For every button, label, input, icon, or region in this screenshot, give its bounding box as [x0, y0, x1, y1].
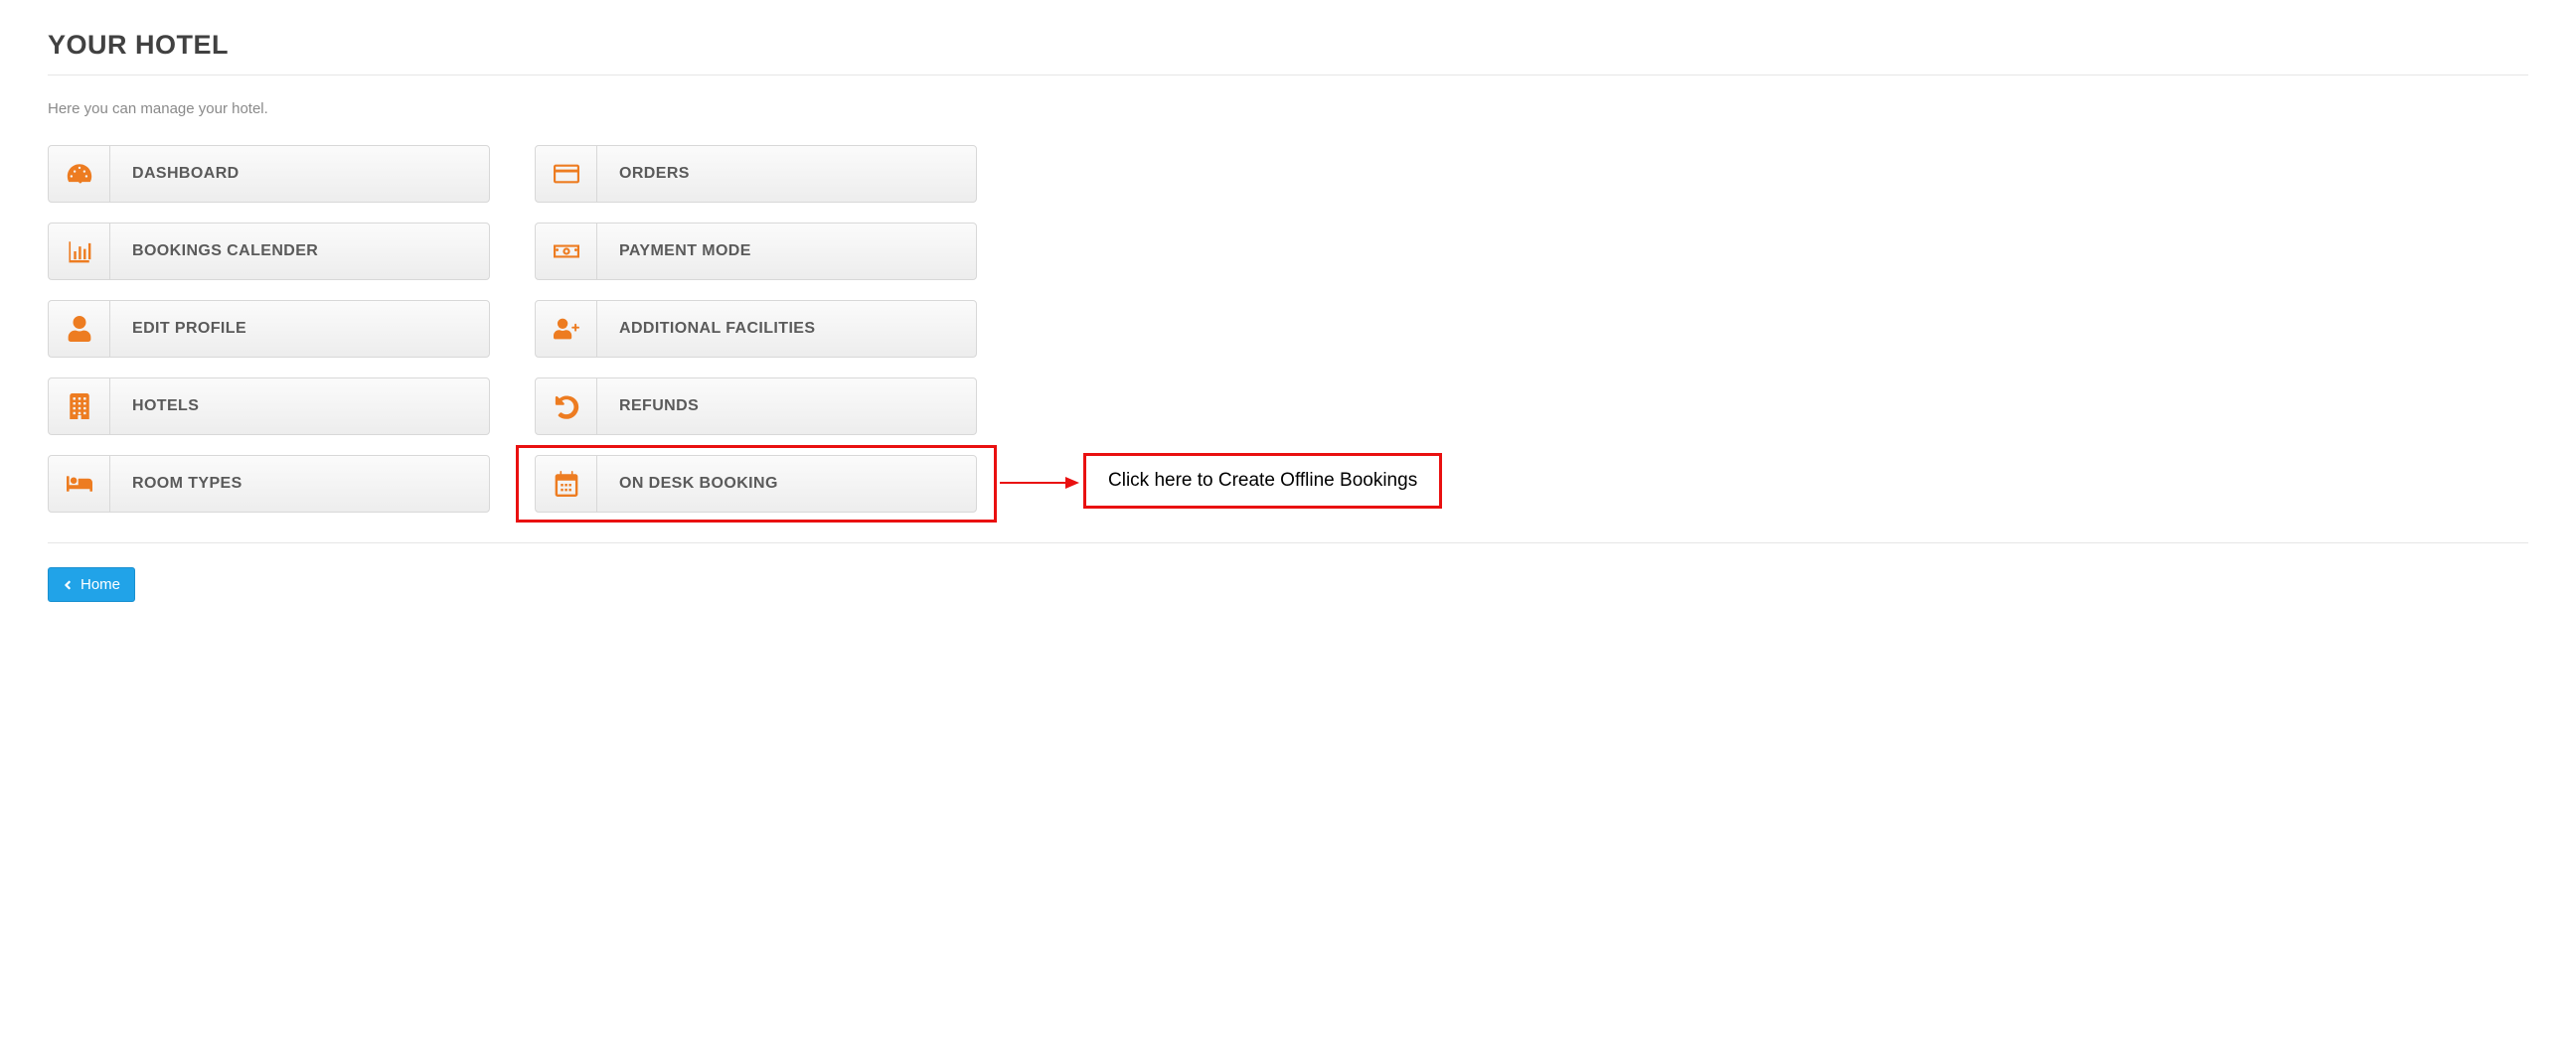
tile-orders[interactable]: ORDERS [535, 145, 977, 203]
user-plus-icon [536, 301, 597, 357]
tile-dashboard[interactable]: DASHBOARD [48, 145, 490, 203]
calendar-icon [536, 456, 597, 512]
building-icon [49, 378, 110, 434]
tile-additional-facilities[interactable]: ADDITIONAL FACILITIES [535, 300, 977, 358]
money-icon [536, 224, 597, 279]
tile-on-desk-booking[interactable]: ON DESK BOOKING [535, 455, 977, 513]
orders-icon [536, 146, 597, 202]
page-title: YOUR HOTEL [48, 30, 2528, 61]
tile-label: ADDITIONAL FACILITIES [597, 301, 976, 357]
tile-bookings-calendar[interactable]: BOOKINGS CALENDER [48, 223, 490, 280]
tile-label: EDIT PROFILE [110, 301, 489, 357]
tile-label: REFUNDS [597, 378, 976, 434]
home-button-label: Home [80, 576, 120, 593]
dashboard-icon [49, 146, 110, 202]
tile-label: BOOKINGS CALENDER [110, 224, 489, 279]
home-button[interactable]: Home [48, 567, 135, 602]
tile-edit-profile[interactable]: EDIT PROFILE [48, 300, 490, 358]
tile-refunds[interactable]: REFUNDS [535, 377, 977, 435]
tile-hotels[interactable]: HOTELS [48, 377, 490, 435]
chevron-left-icon [63, 578, 73, 592]
tile-label: HOTELS [110, 378, 489, 434]
tile-label: ORDERS [597, 146, 976, 202]
tile-label: PAYMENT MODE [597, 224, 976, 279]
bed-icon [49, 456, 110, 512]
tile-label: ON DESK BOOKING [597, 456, 976, 512]
tile-payment-mode[interactable]: PAYMENT MODE [535, 223, 977, 280]
tile-label: ROOM TYPES [110, 456, 489, 512]
undo-icon [536, 378, 597, 434]
user-icon [49, 301, 110, 357]
tile-room-types[interactable]: ROOM TYPES [48, 455, 490, 513]
callout-text-box: Click here to Create Offline Bookings [1083, 453, 1442, 509]
tiles-container: DASHBOARD ORDERS BOOKINGS CALENDER PAYME… [48, 145, 2528, 513]
divider-bottom [48, 542, 2528, 543]
tile-label: DASHBOARD [110, 146, 489, 202]
page-subtitle: Here you can manage your hotel. [48, 100, 2528, 117]
bar-chart-icon [49, 224, 110, 279]
